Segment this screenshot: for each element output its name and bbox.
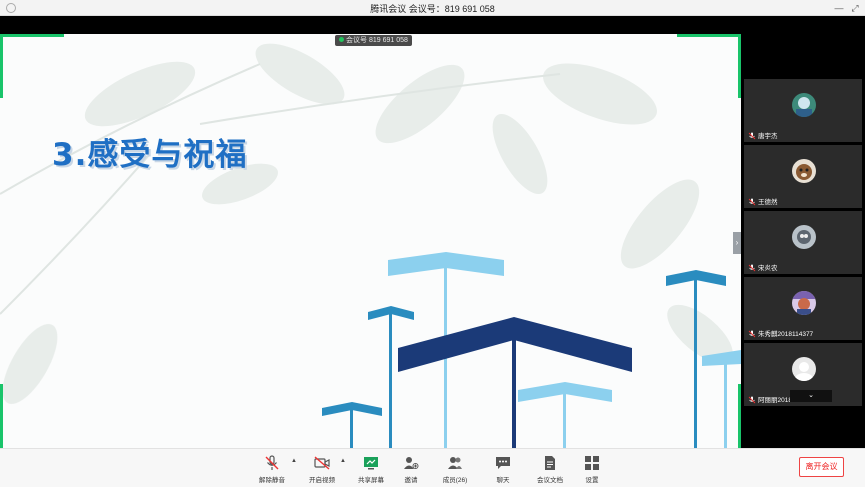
unmute-button[interactable]: 解除静音 [250,453,294,485]
invite-button[interactable]: 邀请 [389,453,433,485]
participant-panel: 唐宇杰 王德然 宋炎农 朱秀麒2018114377 [743,79,862,409]
add-person-icon [403,455,419,471]
avatar [792,159,816,183]
members-button[interactable]: 成员(26) [433,453,477,485]
meeting-docs-label: 会议文档 [528,474,572,484]
avatar [792,291,816,315]
share-border-corner [0,34,3,98]
participant-tile[interactable]: 阿丽丽2018114381 ⌄ [744,343,862,406]
participant-tile[interactable]: 朱秀麒2018114377 [744,277,862,340]
share-border-corner [738,34,741,98]
share-border-corner [738,384,741,448]
start-video-button[interactable]: 开启视频 [300,453,344,485]
meeting-id-badge: 会议号 819 691 058 [335,35,412,46]
participant-tile[interactable]: 宋炎农 [744,211,862,274]
scroll-down-button[interactable]: ⌄ [790,390,832,402]
leave-meeting-button[interactable]: 离开会议 [799,457,844,477]
participant-name: 宋炎农 [758,262,778,272]
sharing-status-icon [339,37,344,42]
chat-label: 聊天 [481,474,525,484]
audio-options-caret-icon[interactable]: ▲ [291,458,297,464]
grid-settings-icon [584,455,600,471]
shared-screen: 3.感受与祝福 [0,34,741,448]
minimize-icon[interactable]: — [832,1,846,15]
fullscreen-icon[interactable]: ⤢ [848,1,862,15]
document-icon [542,455,558,471]
collapse-panel-button[interactable]: › [733,232,741,254]
avatar [792,225,816,249]
participant-name: 朱秀麒2018114377 [758,328,813,338]
slide-title: 3.感受与祝福 [52,129,247,174]
video-options-caret-icon[interactable]: ▲ [340,458,346,464]
share-border-corner [0,384,3,448]
participant-name: 唐宇杰 [758,130,778,140]
settings-button[interactable]: 设置 [570,453,614,485]
title-bar: 腾讯会议 会议号：819 691 058 — ⤢ [0,0,865,16]
camera-off-icon [314,455,330,471]
share-screen-button[interactable]: 共享屏幕 [349,453,393,485]
participant-tile[interactable]: 王德然 [744,145,862,208]
mic-muted-icon [748,132,756,140]
slide-background [0,34,741,448]
mic-muted-icon [264,455,280,471]
invite-label: 邀请 [389,474,433,484]
avatar [792,93,816,117]
meeting-docs-button[interactable]: 会议文档 [528,453,572,485]
settings-label: 设置 [570,474,614,484]
meeting-id-label: 会议号 819 691 058 [346,37,408,44]
participant-name: 王德然 [758,196,778,206]
chat-button[interactable]: 聊天 [481,453,525,485]
mic-muted-icon [748,396,756,404]
share-border-corner [0,34,64,37]
share-screen-icon [363,455,379,471]
start-video-label: 开启视频 [300,474,344,484]
unmute-label: 解除静音 [250,474,294,484]
meeting-window: 腾讯会议 会议号：819 691 058 — ⤢ [0,0,865,487]
avatar [792,357,816,381]
members-icon [447,455,463,471]
chat-icon [495,455,511,471]
share-border-corner [677,34,741,37]
mic-muted-icon [748,330,756,338]
share-screen-label: 共享屏幕 [349,474,393,484]
members-label: 成员(26) [433,474,477,484]
window-title: 腾讯会议 会议号：819 691 058 [0,2,865,15]
mic-muted-icon [748,198,756,206]
meeting-toolbar: 解除静音 ▲ 开启视频 ▲ 共享屏幕 邀请 成员(26) 聊天 会议文档 [0,448,865,487]
participant-tile[interactable]: 唐宇杰 [744,79,862,142]
mic-muted-icon [748,264,756,272]
